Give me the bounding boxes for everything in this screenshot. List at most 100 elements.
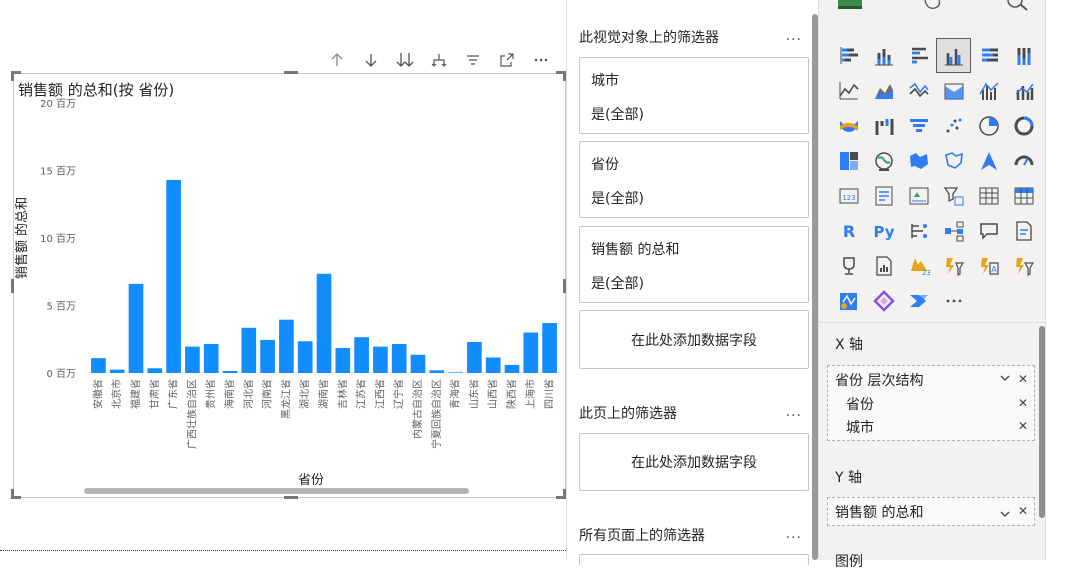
focus-mode-button[interactable] xyxy=(490,48,524,72)
donut-icon[interactable] xyxy=(1006,108,1041,143)
chart-bar xyxy=(316,273,332,373)
line-clustered-column-icon[interactable] xyxy=(971,73,1006,108)
stacked-bar-icon[interactable] xyxy=(831,38,866,73)
paginated-report-icon[interactable] xyxy=(866,248,901,283)
shape-map-icon[interactable] xyxy=(936,143,971,178)
python-visual-icon[interactable]: Py xyxy=(866,213,901,248)
x-tick-label: 辽宁省 xyxy=(392,379,405,409)
expand-next-level-button[interactable] xyxy=(422,48,456,72)
clustered-bar-icon[interactable] xyxy=(901,38,936,73)
resize-handle-bottom[interactable] xyxy=(284,496,298,499)
more-options-button[interactable] xyxy=(524,48,558,72)
remove-province-icon[interactable]: ✕ xyxy=(1018,396,1028,410)
more-visuals-icon[interactable] xyxy=(936,283,971,318)
key-influencers-icon-glyph xyxy=(910,223,927,238)
chevron-down-icon[interactable] xyxy=(1000,508,1010,521)
r-visual-icon[interactable]: R xyxy=(831,213,866,248)
chart-bar xyxy=(429,370,445,373)
clustered-column-icon-glyph xyxy=(944,48,963,65)
all-pages-filters-more-button[interactable]: ... xyxy=(786,526,802,542)
visual-filters-more-button[interactable]: ... xyxy=(786,28,802,44)
decomposition-tree-icon[interactable] xyxy=(936,213,971,248)
map-icon[interactable] xyxy=(866,143,901,178)
go-to-next-level-button[interactable] xyxy=(388,48,422,72)
visual-add-field-drop-zone[interactable]: 在此处添加数据字段 xyxy=(579,310,809,369)
filter-card-sales-sum[interactable]: 销售额 的总和 是(全部) xyxy=(579,226,809,303)
matrix-icon[interactable] xyxy=(1006,178,1041,213)
custom-visual-icon-glyph xyxy=(1015,257,1034,276)
kpi-icon[interactable] xyxy=(901,178,936,213)
custom-visual-icon[interactable] xyxy=(1006,248,1041,283)
analytics-icon[interactable] xyxy=(1005,0,1031,12)
arcgis-icon[interactable]: A xyxy=(971,248,1006,283)
trophy-icon[interactable] xyxy=(831,248,866,283)
fields-pane-collapsed xyxy=(1045,0,1075,560)
key-influencers-icon[interactable] xyxy=(901,213,936,248)
stacked-column-icon[interactable] xyxy=(866,38,901,73)
remove-y-field-icon[interactable]: ✕ xyxy=(1018,504,1028,518)
funnel-icon-glyph xyxy=(909,118,928,132)
svg-text:Py: Py xyxy=(873,223,894,241)
filled-map-icon-glyph xyxy=(909,152,928,169)
y-axis-well[interactable]: 销售额 的总和 ✕ xyxy=(827,497,1035,526)
line-clustered-column-icon-glyph xyxy=(978,81,999,100)
x-tick-label: 山西省 xyxy=(486,379,499,409)
all-pages-add-field-drop-zone[interactable] xyxy=(579,554,809,566)
area-chart-icon[interactable] xyxy=(866,73,901,108)
chart-bar xyxy=(467,341,482,373)
format-visual-icon[interactable] xyxy=(921,0,945,12)
card-icon-glyph: 123 xyxy=(839,188,858,203)
drill-up-button[interactable] xyxy=(320,48,354,72)
metrics-icon[interactable] xyxy=(831,283,866,318)
smart-narrative-icon[interactable] xyxy=(1006,213,1041,248)
100-stacked-bar-icon[interactable] xyxy=(971,38,1006,73)
remove-hierarchy-icon[interactable]: ✕ xyxy=(1018,372,1028,386)
treemap-icon[interactable] xyxy=(831,143,866,178)
gauge-icon[interactable] xyxy=(1006,143,1041,178)
chart-bar xyxy=(410,354,426,373)
scatter-icon[interactable] xyxy=(936,108,971,143)
filter-button[interactable] xyxy=(456,48,490,72)
100-stacked-column-icon[interactable] xyxy=(1006,38,1041,73)
x-hierarchy-field[interactable]: 省份 层次结构 xyxy=(835,368,923,392)
page-add-field-drop-zone[interactable]: 在此处添加数据字段 xyxy=(579,433,809,491)
power-apps-alt-icon[interactable] xyxy=(866,283,901,318)
x-axis-well[interactable]: 省份 层次结构 ✕ 省份 ✕ 城市 ✕ xyxy=(827,365,1035,441)
power-automate-alt-icon-glyph xyxy=(909,294,928,307)
power-automate-alt-icon[interactable] xyxy=(901,283,936,318)
page-filters-more-button[interactable]: ... xyxy=(786,404,802,420)
multi-row-card-icon[interactable] xyxy=(866,178,901,213)
drill-down-toggle-button[interactable] xyxy=(354,48,388,72)
x-level-province[interactable]: 省份 xyxy=(846,392,874,416)
azure-map-icon[interactable] xyxy=(971,143,1006,178)
page-filters-heading: 此页上的筛选器 xyxy=(579,406,677,422)
stacked-area-icon[interactable] xyxy=(901,73,936,108)
resize-handle-top[interactable] xyxy=(284,71,298,74)
remove-city-icon[interactable]: ✕ xyxy=(1018,419,1028,433)
filled-map-icon[interactable] xyxy=(901,143,936,178)
y-field[interactable]: 销售额 的总和 xyxy=(835,500,923,524)
table-icon[interactable] xyxy=(971,178,1006,213)
resize-handle-tl-v[interactable] xyxy=(11,71,14,81)
x-level-city[interactable]: 城市 xyxy=(846,415,874,439)
ribbon-chart-icon[interactable] xyxy=(936,73,971,108)
filter-card-name: 省份 xyxy=(591,157,619,173)
chart-horizontal-scrollbar[interactable] xyxy=(84,488,469,494)
chevron-down-icon[interactable] xyxy=(1000,372,1010,385)
slicer-icon[interactable] xyxy=(936,178,971,213)
card-icon[interactable]: 123 xyxy=(831,178,866,213)
power-automate-icon[interactable] xyxy=(936,248,971,283)
filter-card-province[interactable]: 省份 是(全部) xyxy=(579,141,809,218)
power-apps-icon[interactable]: 23 xyxy=(901,248,936,283)
line-stacked-column-icon-glyph xyxy=(1014,83,1034,100)
build-visual-icon[interactable] xyxy=(836,0,864,10)
waterfall-icon[interactable] xyxy=(866,108,901,143)
ribbon-icon[interactable] xyxy=(831,108,866,143)
line-chart-icon[interactable] xyxy=(831,73,866,108)
qa-icon[interactable] xyxy=(971,213,1006,248)
filter-card-city[interactable]: 城市 是(全部) xyxy=(579,57,809,134)
funnel-icon[interactable] xyxy=(901,108,936,143)
clustered-column-icon[interactable] xyxy=(936,38,971,73)
line-stacked-column-icon[interactable] xyxy=(1006,73,1041,108)
pie-icon[interactable] xyxy=(971,108,1006,143)
